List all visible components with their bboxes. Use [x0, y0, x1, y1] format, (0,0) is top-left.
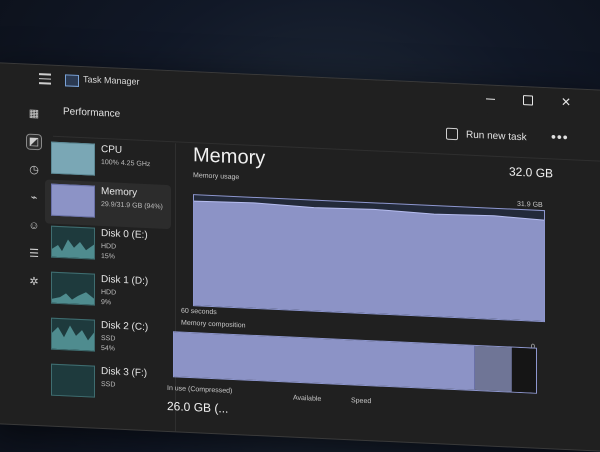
sidebar-item-label: Disk 1 (D:) [101, 273, 149, 288]
disk1-graph-thumb [51, 271, 95, 306]
memory-usage-label: Memory usage [193, 172, 240, 182]
sidebar-item-detail: SSD [101, 380, 116, 389]
close-button[interactable]: ✕ [559, 95, 573, 110]
resource-list: CPU 100% 4.25 GHz Memory 29.9/31.9 GB (9… [45, 137, 176, 444]
run-new-task-label: Run new task [466, 129, 527, 143]
sidebar-item-disk3[interactable]: Disk 3 (F:) SSD [45, 359, 171, 409]
sidebar-item-detail: 100% 4.25 GHz [101, 158, 151, 169]
available-label: Available [293, 394, 322, 403]
disk3-graph-thumb [51, 363, 95, 398]
memory-usage-area [193, 200, 545, 322]
window-title: Task Manager [83, 74, 140, 87]
maximize-button[interactable] [521, 93, 535, 108]
memory-graph-thumb [51, 183, 95, 218]
sidebar-item-label: Memory [101, 185, 138, 199]
memory-title: Memory [193, 144, 266, 170]
time-span-label: 60 seconds [181, 307, 217, 317]
sidebar-item-label: CPU [101, 143, 123, 156]
details-icon[interactable]: ☰ [27, 247, 41, 262]
composition-free [512, 347, 536, 393]
nav-rail: ▦ ◩ ◷ ⌁ ☺ ☰ ✲ [23, 94, 45, 425]
sidebar-item-detail: HDD 15% [101, 242, 117, 261]
memory-composition-label: Memory composition [181, 319, 246, 330]
composition-in-use [174, 332, 475, 390]
services-icon[interactable]: ✲ [27, 275, 41, 290]
memory-panel: Memory 32.0 GB Memory usage 31.9 GB 60 s… [167, 144, 583, 452]
memory-composition-bar [173, 331, 537, 394]
cpu-graph-thumb [51, 141, 95, 176]
task-manager-window: Task Manager ✕ ▦ ◩ ◷ ⌁ ☺ ☰ ✲ Performance… [0, 62, 600, 452]
more-icon[interactable]: ••• [551, 128, 569, 145]
sidebar-item-disk1[interactable]: Disk 1 (D:) HDD 9% [45, 267, 171, 317]
performance-icon[interactable]: ◩ [26, 133, 42, 151]
run-task-icon [446, 127, 458, 141]
in-use-value: 26.0 GB (... [167, 398, 229, 416]
startup-icon[interactable]: ⌁ [27, 191, 41, 206]
memory-total: 32.0 GB [509, 164, 554, 181]
sidebar-item-label: Disk 2 (C:) [101, 319, 149, 334]
task-manager-icon [65, 74, 79, 87]
page-title: Performance [63, 106, 121, 120]
sidebar-item-label: Disk 0 (E:) [101, 227, 148, 242]
hamburger-icon[interactable] [39, 73, 51, 85]
sidebar-item-disk2[interactable]: Disk 2 (C:) SSD 54% [45, 313, 171, 363]
composition-modified [475, 345, 512, 392]
sidebar-item-detail: 29.9/31.9 GB (94%) [101, 200, 163, 211]
disk0-graph-thumb [51, 225, 95, 260]
sidebar-item-disk0[interactable]: Disk 0 (E:) HDD 15% [45, 221, 171, 271]
minimize-button[interactable] [483, 91, 497, 106]
memory-usage-max: 31.9 GB [517, 200, 543, 210]
sidebar-item-label: Disk 3 (F:) [101, 365, 148, 380]
processes-icon[interactable]: ▦ [27, 107, 41, 122]
sidebar-item-detail: HDD 9% [101, 288, 117, 307]
app-history-icon[interactable]: ◷ [27, 163, 41, 178]
memory-usage-graph [193, 194, 545, 323]
run-new-task-button[interactable]: Run new task [446, 127, 527, 144]
disk2-graph-thumb [51, 317, 95, 352]
in-use-label: In use (Compressed) [167, 384, 233, 395]
users-icon[interactable]: ☺ [27, 219, 41, 234]
sidebar-item-detail: SSD 54% [101, 334, 116, 353]
speed-label: Speed [351, 397, 372, 406]
